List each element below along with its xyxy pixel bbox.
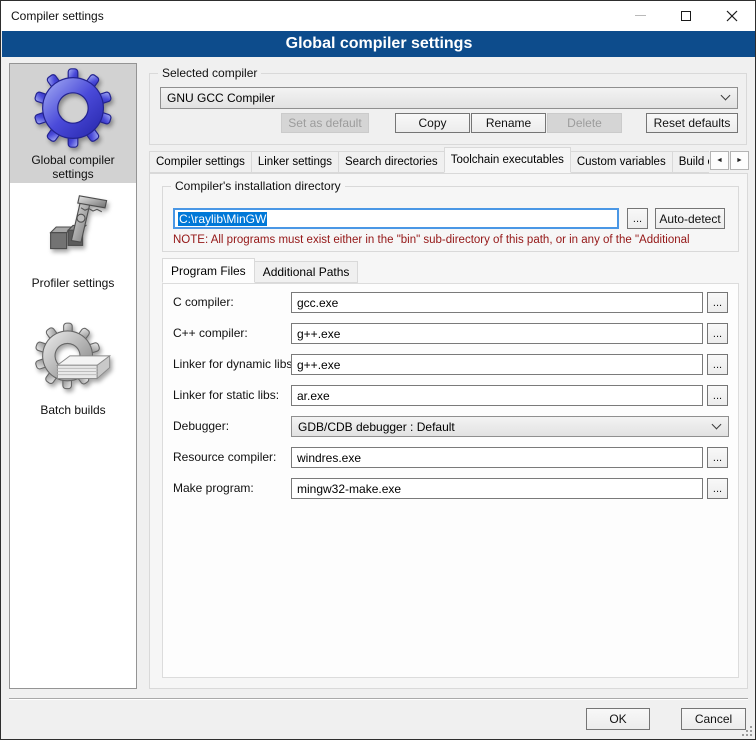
tab-scroll-buttons: ◄ ► [709, 151, 749, 170]
resource-compiler-row: Resource compiler: windres.exe ... [163, 447, 738, 468]
debugger-select[interactable]: GDB/CDB debugger : Default [291, 416, 729, 437]
field-label: C++ compiler: [173, 323, 248, 344]
make-program-row: Make program: mingw32-make.exe ... [163, 478, 738, 499]
selected-compiler-group: Selected compiler GNU GCC Compiler [149, 73, 747, 145]
cpp-compiler-browse-button[interactable]: ... [707, 323, 728, 344]
delete-button[interactable]: Delete [547, 113, 622, 133]
selected-text: C:\raylib\MinGW [178, 212, 267, 226]
cpp-compiler-row: C++ compiler: g++.exe ... [163, 323, 738, 344]
window-title: Compiler settings [11, 1, 104, 31]
installation-directory-browse-button[interactable]: ... [627, 208, 648, 229]
minimize-button[interactable] [617, 1, 663, 30]
program-files-page: C compiler: gcc.exe ... C++ compiler: g+… [162, 283, 739, 678]
linker-dynamic-browse-button[interactable]: ... [707, 354, 728, 375]
maximize-button[interactable] [663, 1, 709, 30]
settings-category-list: Global compiler settings [9, 63, 137, 689]
group-label: Selected compiler [158, 66, 261, 80]
tab-scroll-left-button[interactable]: ◄ [710, 151, 729, 170]
sidebar-item-label: Global compiler settings [10, 151, 136, 187]
copy-button[interactable]: Copy [395, 113, 470, 133]
paths-subtabstrip: Program Files Additional Paths [162, 258, 357, 283]
c-compiler-input[interactable]: gcc.exe [291, 292, 703, 313]
tab-custom-variables[interactable]: Custom variables [570, 151, 673, 173]
chevron-down-icon [721, 91, 731, 101]
close-icon [726, 10, 738, 22]
field-value: g++.exe [297, 327, 340, 341]
rename-button[interactable]: Rename [471, 113, 546, 133]
debugger-row: Debugger: GDB/CDB debugger : Default [163, 416, 738, 437]
sidebar-item-label: Profiler settings [28, 274, 119, 296]
installation-directory-group: Compiler's installation directory C:\ray… [162, 186, 739, 252]
close-button[interactable] [709, 1, 755, 30]
compiler-select[interactable]: GNU GCC Compiler [160, 87, 738, 109]
tab-scroll-right-button[interactable]: ► [730, 151, 749, 170]
tab-compiler-settings[interactable]: Compiler settings [149, 151, 252, 173]
linker-static-browse-button[interactable]: ... [707, 385, 728, 406]
caliper-icon [33, 191, 113, 274]
gray-gear-stack-icon [34, 320, 112, 401]
sidebar-item-batch-builds[interactable]: Batch builds [10, 320, 136, 423]
make-program-input[interactable]: mingw32-make.exe [291, 478, 703, 499]
resize-grip-icon[interactable] [742, 726, 752, 736]
resource-compiler-input[interactable]: windres.exe [291, 447, 703, 468]
sidebar-item-profiler-settings[interactable]: Profiler settings [10, 183, 136, 296]
subtab-additional-paths[interactable]: Additional Paths [254, 261, 359, 283]
ok-button[interactable]: OK [586, 708, 650, 730]
field-value: mingw32-make.exe [297, 482, 401, 496]
settings-tabstrip: Compiler settings Linker settings Search… [149, 147, 709, 173]
tab-search-directories[interactable]: Search directories [338, 151, 445, 173]
c-compiler-row: C compiler: gcc.exe ... [163, 292, 738, 313]
field-label: Linker for dynamic libs: [173, 354, 296, 375]
footer-separator [9, 698, 748, 700]
resource-compiler-browse-button[interactable]: ... [707, 447, 728, 468]
tab-linker-settings[interactable]: Linker settings [251, 151, 339, 173]
linker-static-input[interactable]: ar.exe [291, 385, 703, 406]
compiler-settings-dialog: Compiler settings Global compiler settin… [0, 0, 756, 740]
field-label: Linker for static libs: [173, 385, 279, 406]
debugger-select-value: GDB/CDB debugger : Default [298, 420, 455, 434]
tab-toolchain-executables[interactable]: Toolchain executables [444, 147, 571, 173]
chevron-down-icon [712, 419, 722, 429]
titlebar[interactable]: Compiler settings [1, 1, 755, 31]
toolchain-executables-page: Compiler's installation directory C:\ray… [149, 173, 748, 689]
blue-gear-icon [33, 68, 113, 151]
subtab-program-files[interactable]: Program Files [162, 258, 255, 283]
installation-directory-input[interactable]: C:\raylib\MinGW [173, 208, 619, 229]
reset-defaults-button[interactable]: Reset defaults [646, 113, 738, 133]
cancel-button[interactable]: Cancel [681, 708, 746, 730]
minimize-icon [635, 15, 646, 16]
field-label: Resource compiler: [173, 447, 276, 468]
field-label: C compiler: [173, 292, 234, 313]
auto-detect-button[interactable]: Auto-detect [655, 208, 725, 229]
make-program-browse-button[interactable]: ... [707, 478, 728, 499]
tab-build-options[interactable]: Build options [672, 151, 709, 173]
field-value: gcc.exe [297, 296, 338, 310]
field-value: g++.exe [297, 358, 340, 372]
linker-static-row: Linker for static libs: ar.exe ... [163, 385, 738, 406]
compiler-select-value: GNU GCC Compiler [167, 91, 275, 105]
cpp-compiler-input[interactable]: g++.exe [291, 323, 703, 344]
group-label: Compiler's installation directory [171, 179, 345, 193]
sidebar-item-label: Batch builds [36, 401, 109, 423]
bin-subdirectory-note: NOTE: All programs must exist either in … [173, 234, 733, 246]
linker-dynamic-row: Linker for dynamic libs: g++.exe ... [163, 354, 738, 375]
maximize-icon [681, 11, 691, 21]
field-value: ar.exe [297, 389, 330, 403]
set-as-default-button[interactable]: Set as default [281, 113, 369, 133]
linker-dynamic-input[interactable]: g++.exe [291, 354, 703, 375]
sidebar-item-global-compiler-settings[interactable]: Global compiler settings [10, 64, 136, 183]
field-label: Make program: [173, 478, 254, 499]
dialog-banner: Global compiler settings [2, 31, 756, 57]
field-value: windres.exe [297, 451, 361, 465]
field-label: Debugger: [173, 416, 229, 437]
c-compiler-browse-button[interactable]: ... [707, 292, 728, 313]
